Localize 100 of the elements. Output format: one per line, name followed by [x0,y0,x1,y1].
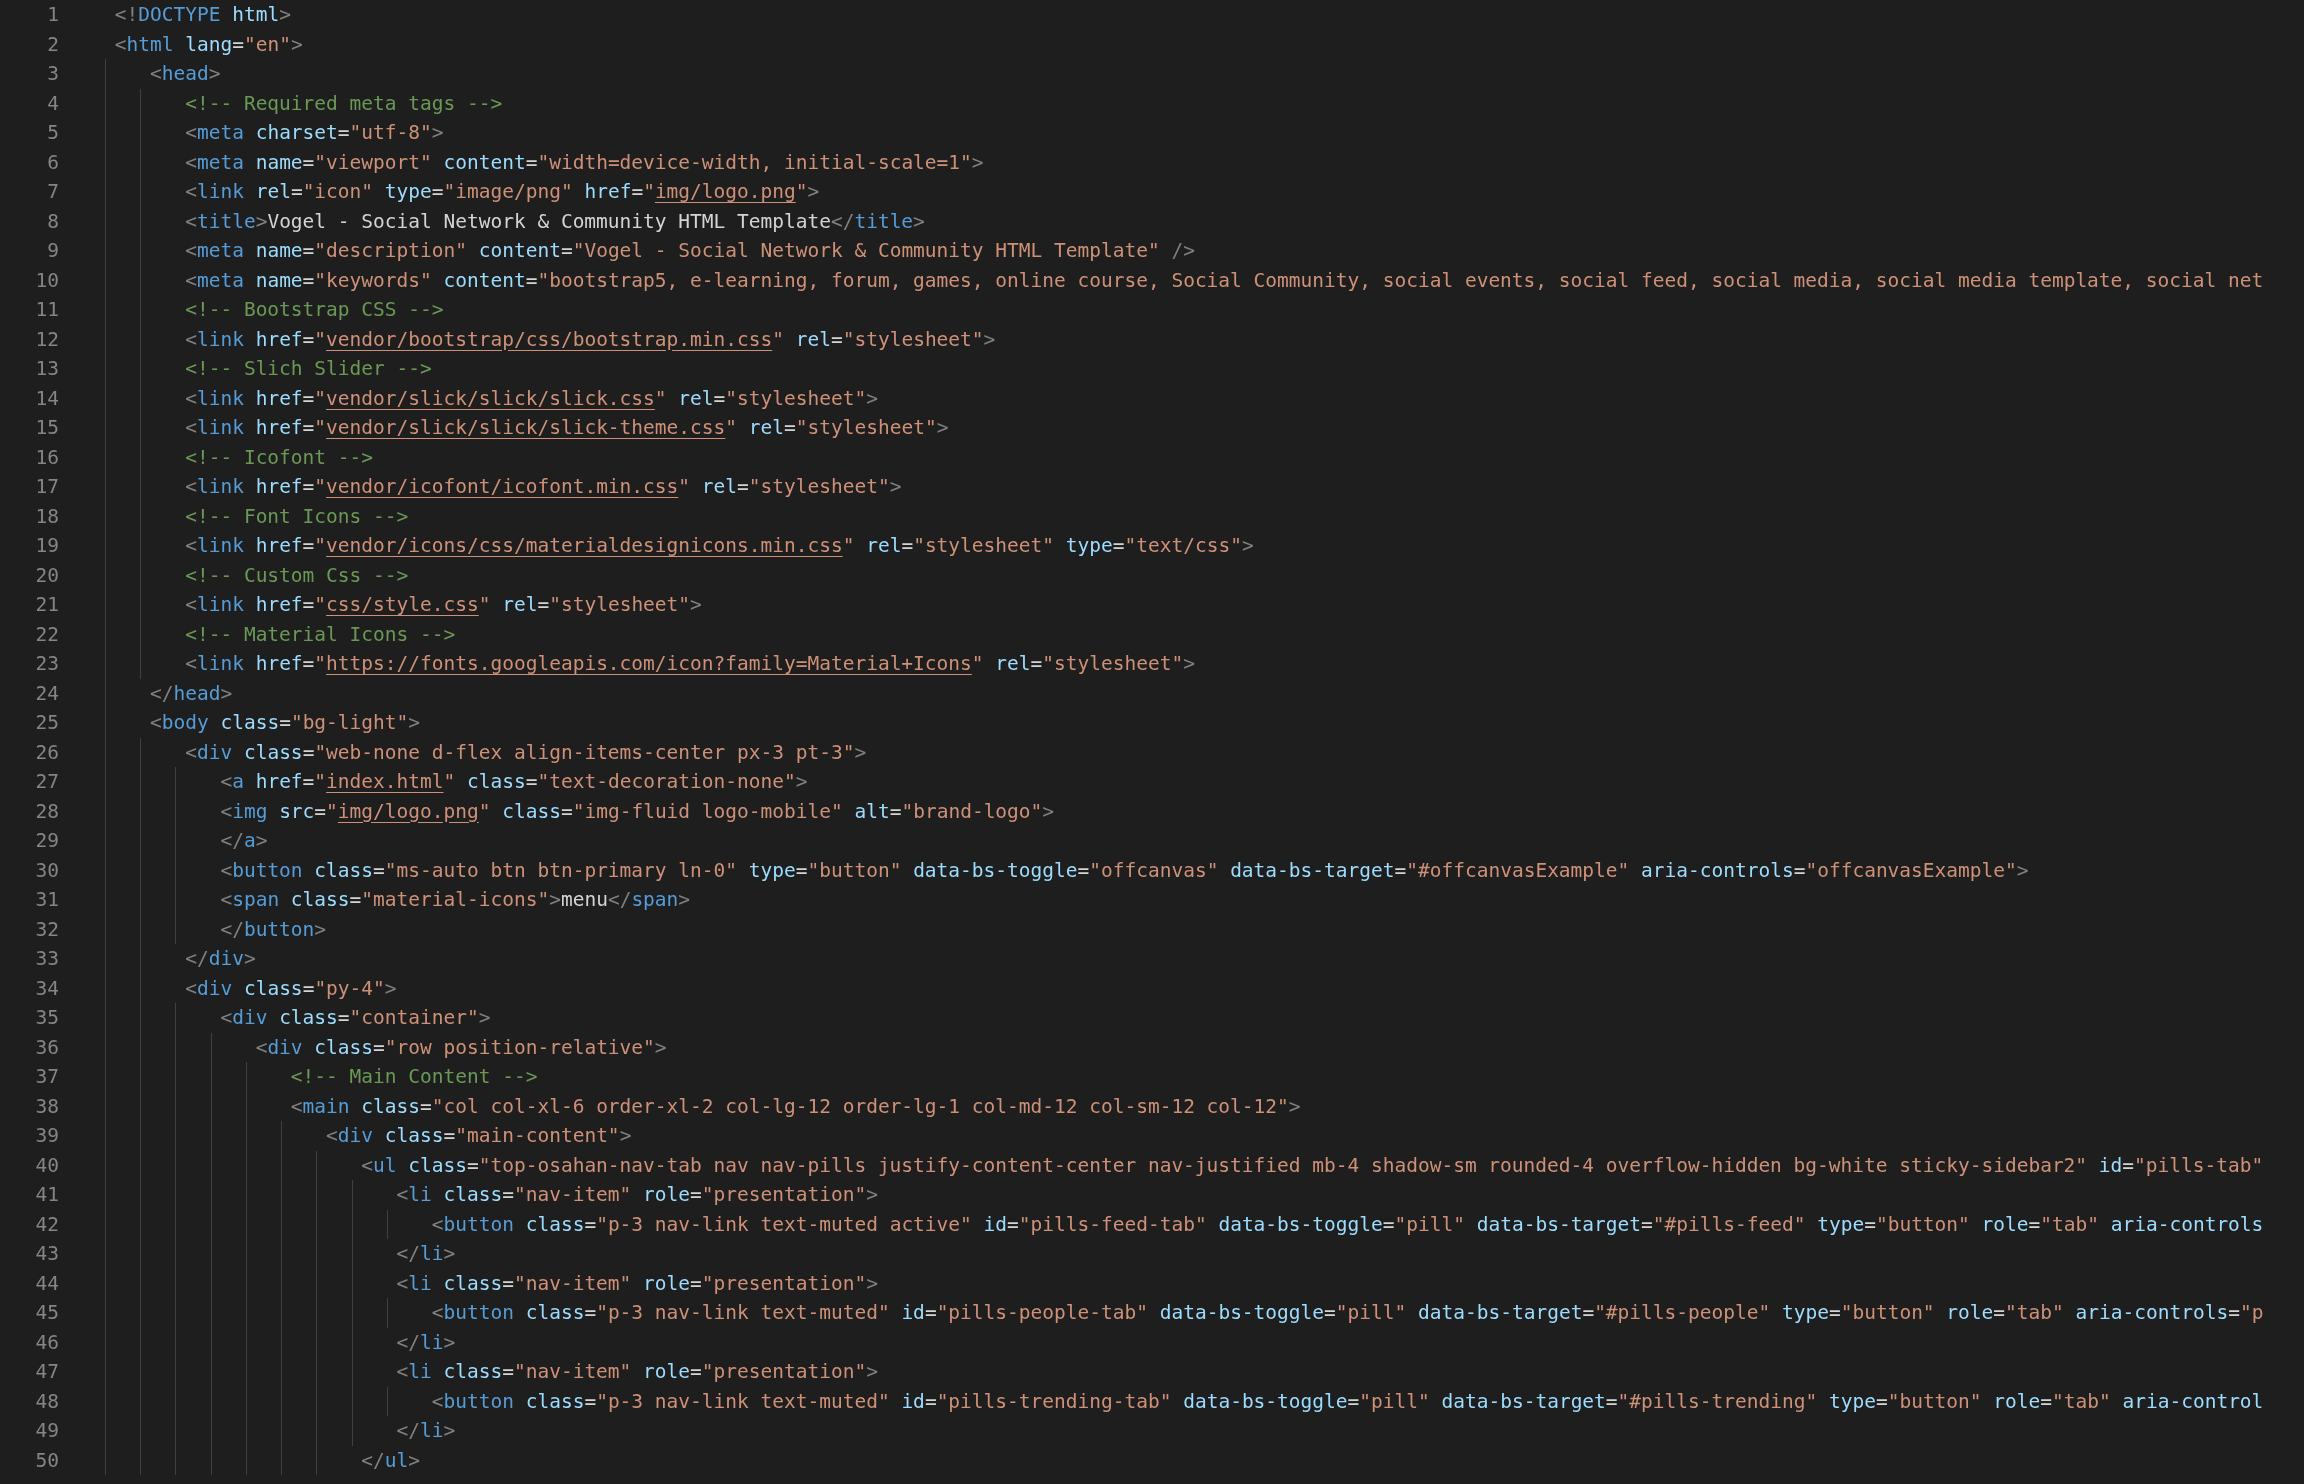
line-number: 10 [34,267,59,294]
line-number: 26 [34,739,59,766]
line-number: 24 [34,680,59,707]
code-line: <link href="vendor/icons/css/materialdesignicons.min.css" rel="stylesheet" type="text/css"> [184,534,1254,557]
code-line: <link href="https://fonts.googleapis.com/icon?family=Material+Icons" rel="stylesheet"> [184,652,1195,675]
line-number: 1 [46,2,59,28]
line-number: 34 [34,975,59,1002]
code-line: <button class="p-3 nav-link text-muted" id="pills-people-tab" data-bs-toggle="pill" data-bs-target="#pills-people" type="button" role="tab" aria-controls="p [430,1301,2264,1324]
line-number: 48 [34,1388,59,1415]
code-line: <li class="nav-item" role="presentation"> [395,1360,878,1383]
code-line: <!-- Slich Slider --> [184,357,432,380]
line-number: 29 [34,828,59,854]
code-line: <li class="nav-item" role="presentation"> [395,1271,878,1295]
line-number: 31 [34,887,59,913]
code-line: <meta name="keywords" content="bootstrap5, e-learning, forum, games, online course, Social Community, social events, social feed, social media, social media template, social net [184,268,2264,292]
code-line: <link rel="icon" type="image/png" href="img/logo.png"> [184,180,820,203]
line-number: 45 [34,1300,59,1326]
code-line: <!-- Required meta tags --> [184,91,503,115]
line-number: 49 [34,1418,59,1444]
code-line: </a> [219,829,268,852]
line-number: 7 [46,179,59,205]
line-number: 44 [34,1270,59,1297]
line-number: 33 [34,946,59,972]
code-line: <li class="nav-item" role="presentation"> [395,1183,878,1206]
code-line: <!-- Bootstrap CSS --> [184,298,444,321]
code-line: <div class="web-none d-flex align-items-center px-3 pt-3"> [184,740,867,764]
code-line: <div class="main-content"> [325,1124,632,1147]
line-number: 25 [34,710,59,736]
code-line: <button class="p-3 nav-link text-muted active" id="pills-feed-tab" data-bs-toggle="pill" data-bs-target="#pills-feed" type="button" role="tab" aria-controls [430,1212,2264,1236]
line-number: 19 [34,533,59,559]
line-number: 39 [34,1123,59,1149]
line-number: 37 [34,1064,59,1090]
line-number: 27 [34,769,59,795]
code-line: <link href="css/style.css" rel="stylesheet"> [184,593,702,616]
code-line: <link href="vendor/icofont/icofont.min.css" rel="stylesheet"> [184,475,902,498]
line-number: 2 [46,31,59,58]
code-line: <link href="vendor/bootstrap/css/bootstrap.min.css" rel="stylesheet"> [184,327,996,351]
line-number: 8 [46,208,59,235]
code-line: <div class="py-4"> [184,976,397,1000]
line-number: 46 [34,1329,59,1356]
line-number: 9 [46,238,59,264]
line-number: 3 [46,61,59,87]
code-line: <button class="p-3 nav-link text-muted" id="pills-trending-tab" data-bs-toggle="pill" data-bs-target="#pills-trending" type="button" role="tab" aria-control [430,1389,2264,1413]
line-number: 47 [34,1359,59,1385]
line-number: 35 [34,1005,59,1031]
code-line: <!-- Material Icons --> [184,622,456,646]
line-number: 13 [34,356,59,382]
line-number: 43 [34,1241,59,1267]
code-line: <!-- Font Icons --> [184,504,409,528]
code-line: <meta name="description" content="Vogel - Social Network & Community HTML Template" /> [184,239,1195,262]
line-number: 17 [34,474,59,500]
code-line: </li> [395,1242,456,1265]
line-number: 18 [34,503,59,530]
code-line: </li> [395,1419,456,1442]
code-line: <link href="vendor/slick/slick/slick-theme.css" rel="stylesheet"> [184,416,949,439]
code-line: <a href="index.html" class="text-decoration-none"> [219,770,808,793]
line-number: 36 [34,1034,59,1061]
line-number: 11 [34,297,59,323]
line-number: 16 [34,444,59,471]
line-number: 41 [34,1182,59,1208]
line-number: 28 [34,798,59,825]
line-number: 14 [34,385,59,412]
code-line: <main class="col col-xl-6 order-xl-2 col-lg-12 order-lg-1 col-md-12 col-sm-12 col-12"> [289,1094,1301,1118]
code-line: <!-- Main Content --> [289,1065,538,1088]
code-line: <!-- Custom Css --> [184,563,409,587]
code-line: <button class="ms-auto btn btn-primary ln-0" type="button" data-bs-toggle="offcanvas" data-bs-target="#offcanvasExample" aria-controls="offcanvasExample"> [219,858,2029,882]
code-line: <html lang="en"> [114,32,303,56]
line-number: 4 [46,90,59,117]
line-number: 30 [34,857,59,884]
code-line: <img src="img/logo.png" class="img-fluid logo-mobile" alt="brand-logo"> [219,799,1055,823]
code-line: </ul> [360,1448,420,1472]
line-number: 5 [46,120,59,146]
code-line: </li> [395,1330,456,1354]
code-line: <span class="material-icons">menu</span> [219,888,691,911]
code-line: </head> [148,681,233,705]
line-number: 21 [34,592,59,618]
code-line: <body class="bg-light"> [148,711,421,734]
code-line: <div class="row position-relative"> [254,1035,667,1059]
code-line: </button> [219,917,327,941]
code-line: <ul class="top-osahan-nav-tab nav nav-pills justify-content-center nav-justified mb-4 shadow-sm rounded-4 overflow-hidden bg-white sticky-sidebar2" id="pills-tab" [360,1153,2264,1177]
line-number: 22 [34,621,59,648]
code-line: <link href="vendor/slick/slick/slick.css" rel="stylesheet"> [184,386,878,410]
code-line: <div class="container"> [219,1006,491,1029]
line-number: 40 [34,1152,59,1179]
code-line: <title>Vogel - Social Network & Community HTML Template</title> [184,209,925,233]
line-number: 32 [34,916,59,943]
code-line: <!-- Icofont --> [184,445,374,469]
line-number: 50 [34,1447,59,1474]
code-line: <meta name="viewport" content="width=device-width, initial-scale=1"> [184,150,984,174]
line-number: 12 [34,326,59,353]
code-line: <head> [148,62,221,85]
line-number: 38 [34,1093,59,1120]
line-number: 15 [34,415,59,441]
line-number: 6 [46,149,59,176]
code-line: </div> [184,947,256,970]
line-number: 42 [34,1211,59,1238]
line-number: 23 [34,651,59,677]
line-number: 20 [34,562,59,589]
code-line: <!DOCTYPE html> [114,3,291,26]
code-line: <meta charset="utf-8"> [184,121,444,144]
